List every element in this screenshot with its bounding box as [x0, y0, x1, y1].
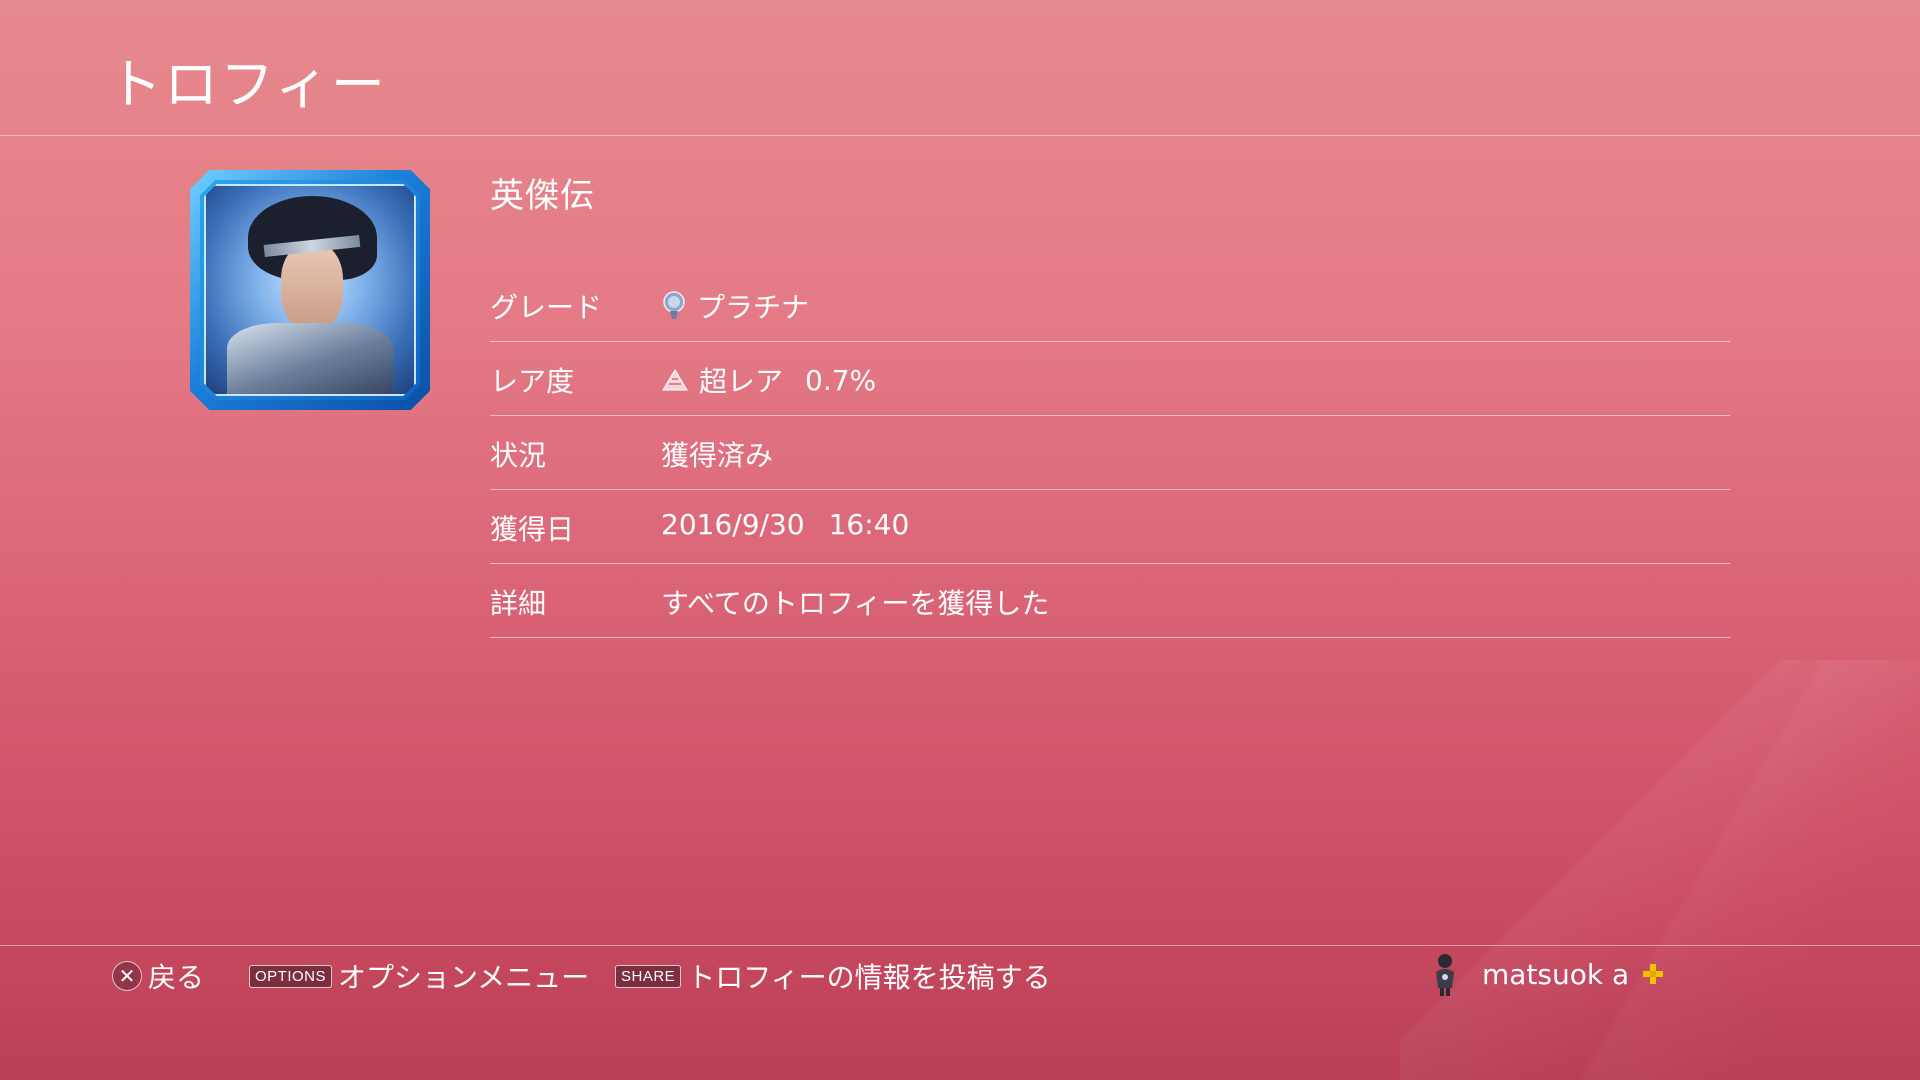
detail-row-grade: グレード プラチナ — [490, 268, 1730, 342]
header-divider — [0, 135, 1920, 136]
share-button-icon: SHARE — [615, 964, 682, 988]
trophy-portrait-image — [204, 184, 416, 396]
detail-row-rarity: レア度 超レア 0.7% — [490, 342, 1730, 416]
share-trophy-action[interactable]: SHARE トロフィーの情報を投稿する — [615, 956, 1051, 996]
user-name: matsuok a — [1482, 957, 1630, 991]
detail-row-description: 詳細 すべてのトロフィーを獲得した — [490, 564, 1730, 638]
background-sheen — [1400, 660, 1920, 1080]
earned-date-text: 2016/9/30 — [661, 508, 805, 541]
user-avatar — [1436, 954, 1454, 996]
options-button-icon: OPTIONS — [249, 964, 333, 988]
detail-row-status: 状況 獲得済み — [490, 416, 1730, 490]
status-value: 獲得済み — [661, 439, 774, 472]
back-action[interactable]: ✕ 戻る — [112, 956, 204, 996]
trophy-name: 英傑伝 — [490, 176, 595, 216]
description-value: すべてのトロフィーを獲得した — [661, 587, 1050, 620]
status-label: 状況 — [490, 439, 547, 472]
rarity-text: 超レア — [699, 365, 784, 398]
detail-row-earned-date: 獲得日 2016/9/30 16:40 — [490, 490, 1730, 564]
options-menu-action[interactable]: OPTIONS オプションメニュー — [249, 956, 589, 996]
rarity-label: レア度 — [490, 365, 575, 398]
trophy-icon-frame — [190, 170, 430, 410]
footer-divider — [0, 945, 1920, 946]
user-info: matsuok a — [1432, 952, 1665, 996]
share-trophy-label: トロフィーの情報を投稿する — [687, 961, 1051, 994]
description-label: 詳細 — [490, 587, 547, 620]
ultra-rare-icon — [662, 369, 688, 391]
portrait-armor — [226, 323, 394, 394]
options-menu-label: オプションメニュー — [338, 961, 590, 994]
trophy-details-table: グレード プラチナ レア度 超レア 0.7% 状況 獲得済み 獲得日 2016/… — [490, 268, 1730, 638]
grade-value: プラチナ — [661, 286, 809, 326]
earned-time-text: 16:40 — [828, 508, 910, 541]
cross-button-icon: ✕ — [112, 961, 142, 991]
footer-bar: ✕ 戻る OPTIONS オプションメニュー SHARE トロフィーの情報を投稿… — [0, 950, 1920, 996]
rarity-percent: 0.7% — [805, 363, 877, 397]
grade-label: グレード — [490, 291, 603, 324]
earned-date-label: 獲得日 — [490, 513, 575, 546]
portrait-face — [280, 244, 344, 332]
page-title: トロフィー — [108, 53, 387, 116]
ps-plus-icon — [1643, 964, 1664, 984]
platinum-trophy-icon — [663, 291, 685, 319]
back-label: 戻る — [148, 961, 205, 994]
grade-text: プラチナ — [697, 291, 810, 324]
rarity-value: 超レア 0.7% — [661, 360, 876, 400]
earned-date-value: 2016/9/30 16:40 — [661, 508, 909, 541]
